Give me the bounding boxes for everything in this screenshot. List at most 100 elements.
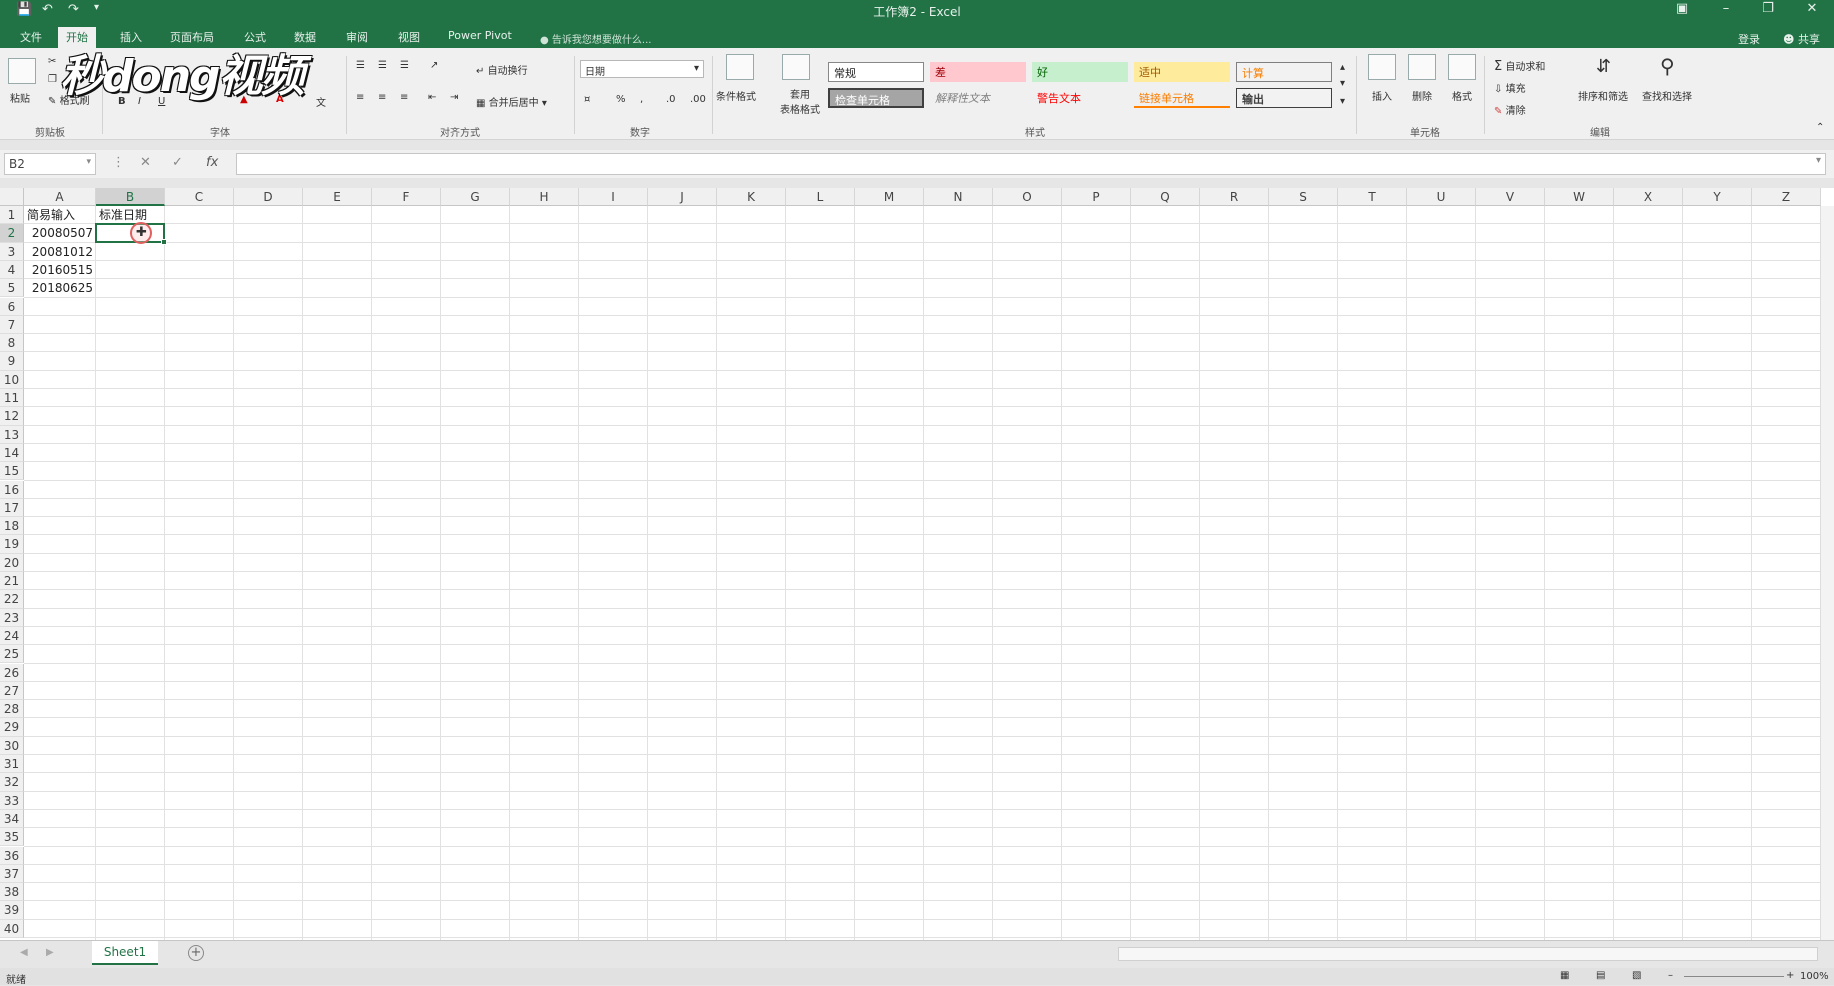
- column-header-A[interactable]: A: [24, 188, 96, 206]
- column-header-Y[interactable]: Y: [1683, 188, 1752, 206]
- row-header-21[interactable]: 21: [0, 572, 24, 591]
- styles-scroll-up-icon[interactable]: ▴: [1340, 62, 1345, 73]
- row-header-20[interactable]: 20: [0, 553, 24, 572]
- align-center-icon[interactable]: ≡: [378, 92, 386, 103]
- conditional-format-button[interactable]: 条件格式: [716, 88, 756, 103]
- tab-review[interactable]: 审阅: [338, 27, 376, 48]
- row-header-23[interactable]: 23: [0, 608, 24, 627]
- row-header-16[interactable]: 16: [0, 480, 24, 499]
- cell-A5[interactable]: 20180625: [24, 279, 96, 297]
- find-select-button[interactable]: 查找和选择: [1642, 88, 1692, 103]
- share-button[interactable]: ☻ 共享: [1783, 31, 1820, 47]
- zoom-slider[interactable]: [1684, 976, 1784, 977]
- merge-center-button[interactable]: ▦ 合并后居中 ▾: [476, 94, 547, 109]
- cell-B1[interactable]: 标准日期: [96, 206, 175, 224]
- cell-A4[interactable]: 20160515: [24, 261, 96, 279]
- row-header-40[interactable]: 40: [0, 919, 24, 938]
- percent-button[interactable]: %: [616, 94, 626, 105]
- row-header-29[interactable]: 29: [0, 718, 24, 737]
- normal-view-icon[interactable]: ▦: [1560, 970, 1569, 981]
- column-header-P[interactable]: P: [1062, 188, 1131, 206]
- style-neutral[interactable]: 适中: [1134, 62, 1230, 82]
- expand-formula-icon[interactable]: ▾: [1816, 155, 1821, 166]
- comma-icon[interactable]: ,: [640, 94, 643, 105]
- row-header-27[interactable]: 27: [0, 681, 24, 701]
- style-warning[interactable]: 警告文本: [1032, 88, 1128, 108]
- decrease-indent-icon[interactable]: ⇤: [428, 92, 436, 103]
- row-header-2[interactable]: 2: [0, 224, 24, 243]
- wrap-text-button[interactable]: ↵ 自动换行: [476, 62, 528, 77]
- row-header-36[interactable]: 36: [0, 846, 24, 865]
- row-header-19[interactable]: 19: [0, 535, 24, 554]
- tab-power-pivot[interactable]: Power Pivot: [440, 27, 520, 48]
- phonetic-icon[interactable]: 文: [316, 94, 326, 109]
- row-header-31[interactable]: 31: [0, 755, 24, 774]
- decrease-decimal-icon[interactable]: .00: [690, 94, 706, 105]
- add-sheet-icon[interactable]: +: [188, 945, 204, 961]
- column-header-F[interactable]: F: [372, 188, 441, 206]
- table-format-button[interactable]: 套用 表格格式: [780, 86, 820, 116]
- row-header-38[interactable]: 38: [0, 883, 24, 902]
- style-bad[interactable]: 差: [930, 62, 1026, 82]
- cancel-icon[interactable]: ✕: [140, 155, 151, 170]
- sheet-tab[interactable]: Sheet1: [92, 941, 158, 965]
- row-header-33[interactable]: 33: [0, 791, 24, 810]
- align-top-icon[interactable]: ☰: [356, 60, 365, 71]
- format-cells-button[interactable]: 格式: [1452, 88, 1472, 103]
- delete-cells-button[interactable]: 删除: [1412, 88, 1432, 103]
- column-header-Z[interactable]: Z: [1752, 188, 1821, 206]
- row-header-12[interactable]: 12: [0, 407, 24, 426]
- restore-icon[interactable]: ❐: [1756, 1, 1780, 16]
- styles-scroll-down-icon[interactable]: ▾: [1340, 78, 1345, 89]
- zoom-in-icon[interactable]: +: [1786, 970, 1794, 981]
- column-header-U[interactable]: U: [1407, 188, 1476, 206]
- select-all-corner[interactable]: [0, 188, 24, 206]
- zoom-out-icon[interactable]: –: [1668, 970, 1673, 981]
- row-header-26[interactable]: 26: [0, 663, 24, 682]
- column-header-L[interactable]: L: [786, 188, 855, 206]
- orientation-icon[interactable]: ↗: [430, 60, 438, 71]
- align-right-icon[interactable]: ≡: [400, 92, 408, 103]
- enter-icon[interactable]: ✓: [172, 155, 183, 170]
- fill-button[interactable]: ⇩ 填充: [1494, 80, 1526, 95]
- column-header-N[interactable]: N: [924, 188, 993, 206]
- cells-area[interactable]: 简易输入 标准日期 20080507 20081012 20160515 20180625…: [24, 206, 1834, 940]
- row-header-4[interactable]: 4: [0, 260, 24, 280]
- tab-file[interactable]: 文件: [12, 27, 50, 48]
- column-header-J[interactable]: J: [648, 188, 717, 206]
- column-header-S[interactable]: S: [1269, 188, 1338, 206]
- table-format-icon[interactable]: [782, 54, 810, 80]
- cell-A2[interactable]: 20080507: [24, 224, 96, 242]
- insert-cells-icon[interactable]: [1368, 54, 1396, 80]
- close-icon[interactable]: ✕: [1800, 1, 1824, 16]
- row-header-5[interactable]: 5: [0, 279, 24, 298]
- column-header-I[interactable]: I: [579, 188, 648, 206]
- row-header-37[interactable]: 37: [0, 864, 24, 884]
- sort-filter-icon[interactable]: ⇵: [1596, 56, 1611, 77]
- row-header-30[interactable]: 30: [0, 736, 24, 755]
- row-header-7[interactable]: 7: [0, 315, 24, 335]
- row-header-22[interactable]: 22: [0, 590, 24, 609]
- tell-me-search[interactable]: ● 告诉我您想要做什么...: [540, 31, 651, 46]
- row-header-9[interactable]: 9: [0, 352, 24, 371]
- prev-sheet-icon[interactable]: ◀: [20, 947, 28, 958]
- insert-function-button[interactable]: fx: [206, 155, 218, 170]
- row-header-11[interactable]: 11: [0, 389, 24, 408]
- name-box[interactable]: B2 ▾: [4, 153, 96, 175]
- fill-handle[interactable]: [161, 238, 167, 245]
- ribbon-display-icon[interactable]: ▣: [1670, 1, 1694, 16]
- tab-view[interactable]: 视图: [390, 27, 428, 48]
- style-good[interactable]: 好: [1032, 62, 1128, 82]
- copy-icon[interactable]: ❐: [48, 74, 57, 85]
- find-select-icon[interactable]: ⚲: [1660, 54, 1675, 78]
- insert-cells-button[interactable]: 插入: [1372, 88, 1392, 103]
- number-format-dropdown[interactable]: 日期 ▾: [580, 60, 704, 78]
- row-header-32[interactable]: 32: [0, 773, 24, 792]
- formula-input[interactable]: [236, 153, 1826, 175]
- style-output[interactable]: 输出: [1236, 88, 1332, 108]
- column-header-O[interactable]: O: [993, 188, 1062, 206]
- row-header-1[interactable]: 1: [0, 206, 24, 225]
- vertical-scrollbar[interactable]: [1820, 206, 1834, 940]
- row-header-8[interactable]: 8: [0, 334, 24, 353]
- page-break-view-icon[interactable]: ▧: [1632, 970, 1641, 981]
